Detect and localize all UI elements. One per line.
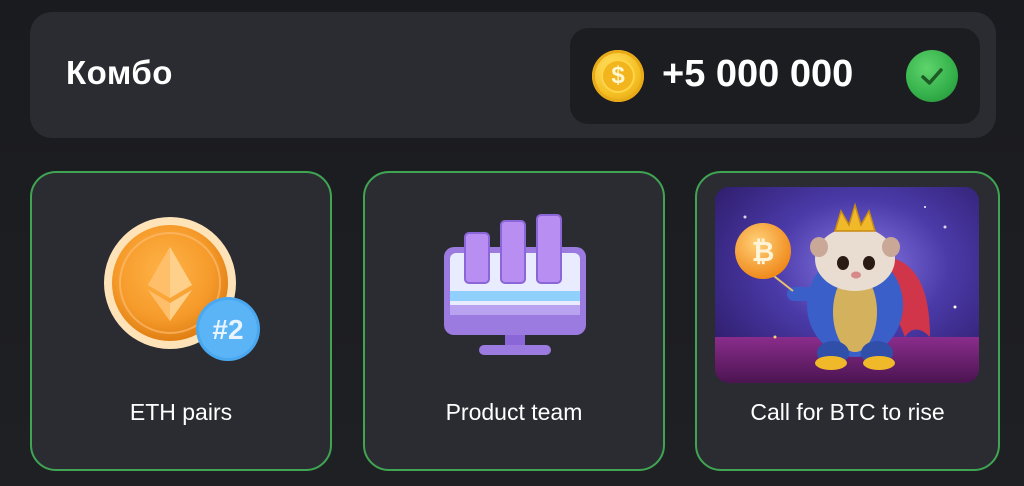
monitor-chart-icon — [439, 213, 589, 368]
combo-card-call-for-btc[interactable]: ₿ Call for BTC to rise — [695, 171, 1000, 471]
hamster-king-bitcoin-image: ₿ — [715, 187, 979, 383]
eth-badge-text: #2 — [212, 314, 243, 345]
combo-title: Комбо — [66, 54, 173, 91]
card-label: Call for BTC to rise — [750, 399, 945, 425]
combo-panel: Комбо $ +5 000 000 — [30, 12, 996, 138]
check-circle-icon — [906, 50, 958, 102]
ethereum-coin-icon: #2 — [100, 215, 270, 370]
combo-card-eth-pairs[interactable]: #2 ETH pairs — [30, 171, 332, 471]
combo-card-product-team[interactable]: Product team — [363, 171, 665, 471]
dollar-coin-icon: $ — [592, 50, 644, 102]
combo-screen: Комбо $ +5 000 000 #2 ETH pairs Product … — [0, 0, 1024, 486]
card-label: ETH pairs — [129, 399, 233, 425]
combo-reward: $ +5 000 000 — [570, 28, 980, 124]
card-label: Product team — [445, 399, 583, 425]
reward-amount: +5 000 000 — [662, 53, 854, 95]
svg-text:₿: ₿ — [752, 236, 775, 267]
